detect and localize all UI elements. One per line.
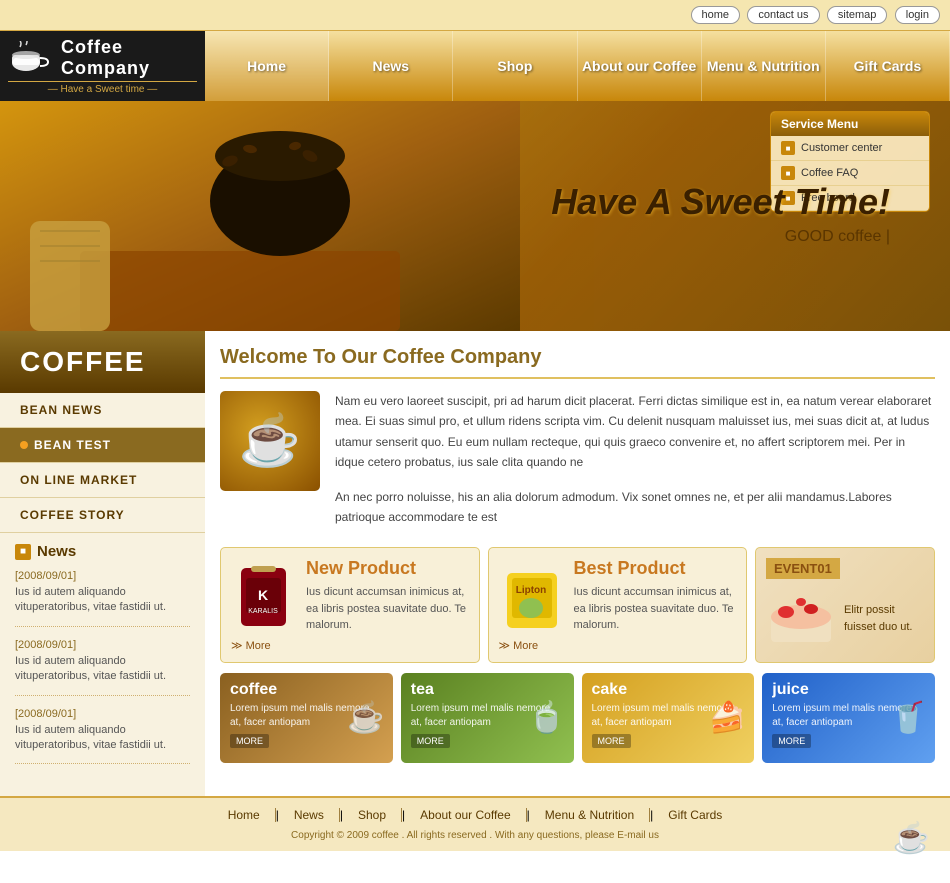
welcome-text-block: Nam eu vero laoreet suscipit, pri ad har… bbox=[335, 391, 935, 527]
footer-nav: Home | News | Shop | About our Coffee | … bbox=[20, 808, 930, 822]
sidebar-item-coffee-story[interactable]: COFFEE STORY bbox=[0, 498, 205, 533]
cake-category-icon: 🍰 bbox=[709, 700, 746, 735]
category-tea-title: tea bbox=[411, 681, 564, 699]
news-icon: ■ bbox=[15, 544, 31, 560]
coffee-category-icon: ☕ bbox=[347, 700, 384, 735]
main-area: Welcome To Our Coffee Company Nam eu ver… bbox=[205, 331, 950, 796]
coffee-cup-icon bbox=[8, 41, 53, 76]
svg-text:KARALIS: KARALIS bbox=[248, 608, 278, 615]
hero-banner: Service Menu ■ Customer center ■ Coffee … bbox=[0, 101, 950, 331]
footer-news[interactable]: News bbox=[279, 808, 340, 822]
new-product-more[interactable]: ≫ More bbox=[231, 639, 469, 652]
sidebar-news: ■ News [2008/09/01] Ius id autem aliquan… bbox=[0, 533, 205, 786]
products-row: K KARALIS New Product Ius dicunt accumsa… bbox=[220, 547, 935, 663]
category-row: coffee Lorem ipsum mel malis nemore at, … bbox=[220, 673, 935, 763]
category-coffee[interactable]: coffee Lorem ipsum mel malis nemore at, … bbox=[220, 673, 393, 763]
svg-text:Lipton: Lipton bbox=[515, 585, 546, 596]
main-content: COFFEE BEAN NEWS BEAN TEST ON LINE MARKE… bbox=[0, 331, 950, 796]
news-text-1: Ius id autem aliquando vituperatoribus, … bbox=[15, 585, 190, 616]
welcome-paragraph-1: Nam eu vero laoreet suscipit, pri ad har… bbox=[335, 391, 935, 473]
service-menu-title: Service Menu bbox=[771, 112, 929, 136]
nav-item-about[interactable]: About our Coffee bbox=[578, 31, 702, 101]
svg-text:K: K bbox=[258, 587, 268, 603]
welcome-coffee-image bbox=[220, 391, 320, 491]
category-coffee-title: coffee bbox=[230, 681, 383, 699]
welcome-paragraph-2: An nec porro noluisse, his an alia dolor… bbox=[335, 487, 935, 528]
category-juice[interactable]: juice Lorem ipsum mel malis nemore at, f… bbox=[762, 673, 935, 763]
event-label: EVENT01 bbox=[766, 558, 840, 579]
nav-item-menu[interactable]: Menu & Nutrition bbox=[702, 31, 826, 101]
welcome-title: Welcome To Our Coffee Company bbox=[220, 346, 935, 379]
news-date-3: [2008/09/01] bbox=[15, 708, 190, 720]
sidebar-item-online-market[interactable]: ON LINE MARKET bbox=[0, 463, 205, 498]
category-tea[interactable]: tea Lorem ipsum mel malis nemore at, fac… bbox=[401, 673, 574, 763]
footer-copyright: Copyright © 2009 coffee . All rights res… bbox=[20, 830, 930, 841]
footer-menu[interactable]: Menu & Nutrition bbox=[530, 808, 650, 822]
category-juice-title: juice bbox=[772, 681, 925, 699]
news-item-2: [2008/09/01] Ius id autem aliquando vitu… bbox=[15, 639, 190, 696]
category-tea-more[interactable]: MORE bbox=[411, 734, 450, 748]
category-juice-more[interactable]: MORE bbox=[772, 734, 811, 748]
event-card: EVENT01 Elitr possit fuisset duo ut. bbox=[755, 547, 935, 663]
footer-shop[interactable]: Shop bbox=[343, 808, 402, 822]
main-nav: Home News Shop About our Coffee Menu & N… bbox=[205, 31, 950, 101]
category-coffee-more[interactable]: MORE bbox=[230, 734, 269, 748]
category-cake[interactable]: cake Lorem ipsum mel malis nemore at, fa… bbox=[582, 673, 755, 763]
footer-giftcards[interactable]: Gift Cards bbox=[653, 808, 737, 822]
hero-image bbox=[0, 101, 520, 331]
hero-title: Have A Sweet Time! bbox=[551, 181, 890, 223]
news-date-1: [2008/09/01] bbox=[15, 570, 190, 582]
customer-center-link[interactable]: ■ Customer center bbox=[771, 136, 929, 161]
news-item-3: [2008/09/01] Ius id autem aliquando vitu… bbox=[15, 708, 190, 765]
home-link[interactable]: home bbox=[691, 6, 741, 24]
news-date-2: [2008/09/01] bbox=[15, 639, 190, 651]
news-text-3: Ius id autem aliquando vituperatoribus, … bbox=[15, 723, 190, 754]
category-cake-more[interactable]: MORE bbox=[592, 734, 631, 748]
logo-area: Coffee Company — Have a Sweet time — bbox=[0, 31, 205, 101]
login-link[interactable]: login bbox=[895, 6, 940, 24]
sidebar-menu: BEAN NEWS BEAN TEST ON LINE MARKET COFFE… bbox=[0, 393, 205, 533]
best-product-more[interactable]: ≫ More bbox=[499, 639, 737, 652]
event-desc: Elitr possit fuisset duo ut. bbox=[844, 602, 924, 635]
sitemap-link[interactable]: sitemap bbox=[827, 6, 888, 24]
sidebar: COFFEE BEAN NEWS BEAN TEST ON LINE MARKE… bbox=[0, 331, 205, 796]
hero-text-area: Have A Sweet Time! GOOD coffee | bbox=[551, 181, 890, 246]
sidebar-coffee-header: COFFEE bbox=[0, 331, 205, 393]
best-product-image: Lipton bbox=[499, 558, 564, 633]
juice-category-icon: 🥤 bbox=[890, 700, 927, 735]
event-image bbox=[766, 587, 836, 650]
hero-subtitle: GOOD coffee | bbox=[551, 228, 890, 246]
top-bar: home contact us sitemap login bbox=[0, 0, 950, 31]
active-dot bbox=[20, 441, 28, 449]
news-text-2: Ius id autem aliquando vituperatoribus, … bbox=[15, 654, 190, 685]
nav-item-news[interactable]: News bbox=[329, 31, 453, 101]
sidebar-item-bean-news[interactable]: BEAN NEWS bbox=[0, 393, 205, 428]
nav-item-giftcards[interactable]: Gift Cards bbox=[826, 31, 950, 101]
category-cake-title: cake bbox=[592, 681, 745, 699]
news-item-1: [2008/09/01] Ius id autem aliquando vitu… bbox=[15, 570, 190, 627]
customer-icon: ■ bbox=[781, 141, 795, 155]
logo-tagline: — Have a Sweet time — bbox=[8, 81, 197, 95]
footer: Home | News | Shop | About our Coffee | … bbox=[0, 796, 950, 851]
nav-item-home[interactable]: Home bbox=[205, 31, 329, 101]
header: Coffee Company — Have a Sweet time — Hom… bbox=[0, 31, 950, 101]
footer-home[interactable]: Home bbox=[213, 808, 276, 822]
nav-item-shop[interactable]: Shop bbox=[453, 31, 577, 101]
footer-logo-icon: ☕ bbox=[893, 821, 930, 856]
faq-icon: ■ bbox=[781, 166, 795, 180]
tea-category-icon: 🍵 bbox=[528, 700, 565, 735]
footer-about[interactable]: About our Coffee bbox=[405, 808, 527, 822]
logo-text: Coffee Company bbox=[61, 37, 197, 79]
new-product-image: K KARALIS bbox=[231, 558, 296, 633]
new-product-card: K KARALIS New Product Ius dicunt accumsa… bbox=[220, 547, 480, 663]
sidebar-news-title: ■ News bbox=[15, 543, 190, 560]
logo-inner: Coffee Company bbox=[8, 37, 197, 79]
welcome-content: Nam eu vero laoreet suscipit, pri ad har… bbox=[220, 391, 935, 527]
best-product-card: Lipton Best Product Ius dicunt accumsan … bbox=[488, 547, 748, 663]
sidebar-item-bean-test[interactable]: BEAN TEST bbox=[0, 428, 205, 463]
contact-link[interactable]: contact us bbox=[747, 6, 819, 24]
